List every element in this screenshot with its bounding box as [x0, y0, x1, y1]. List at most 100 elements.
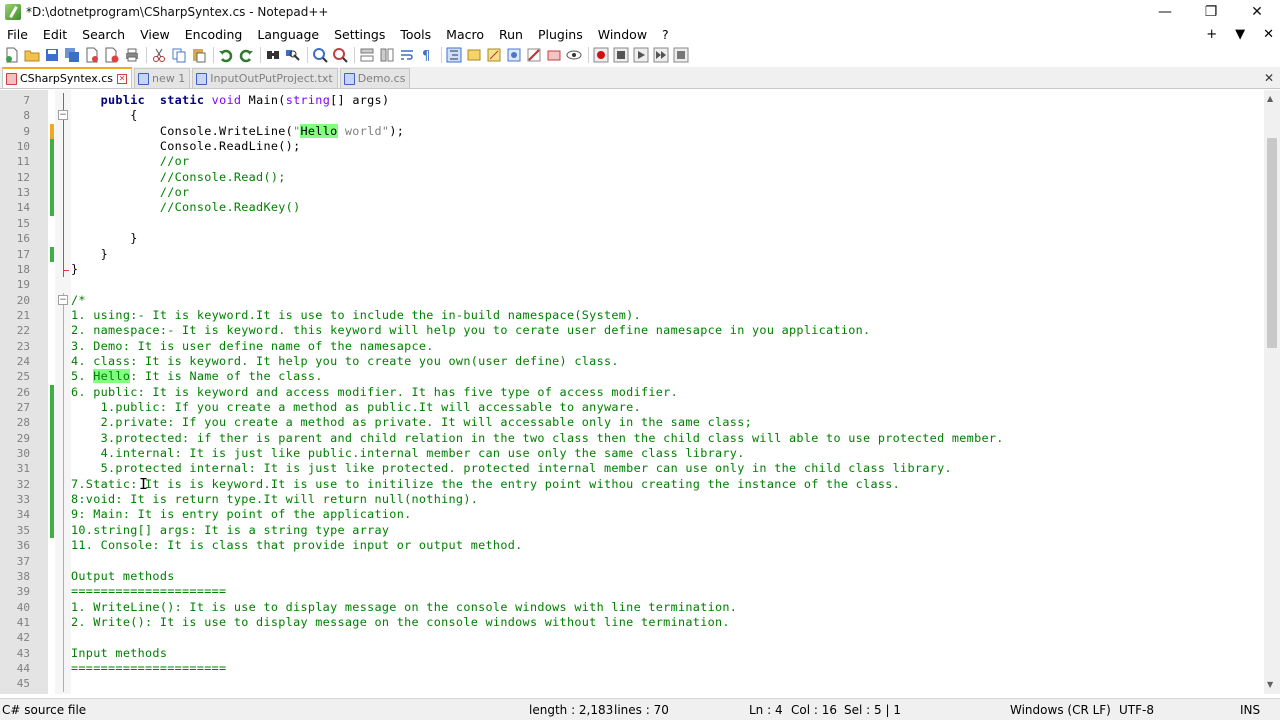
fold-toggle-icon[interactable]: − — [58, 294, 68, 305]
maximize-button[interactable]: ❐ — [1188, 0, 1234, 24]
tab-csharpsyntex[interactable]: CSharpSyntex.cs ✕ — [2, 67, 133, 88]
code-line[interactable] — [71, 277, 1264, 292]
run-macro-multiple-icon[interactable] — [653, 47, 669, 63]
scroll-down-arrow-icon[interactable]: ▼ — [1267, 680, 1273, 689]
menu-search[interactable]: Search — [75, 27, 133, 42]
code-line[interactable]: ===================== — [71, 584, 1264, 599]
cut-icon[interactable] — [151, 47, 167, 63]
fold-toggle-icon[interactable]: − — [58, 110, 68, 121]
menu-view[interactable]: View — [133, 27, 178, 42]
sync-horizontal-icon[interactable] — [379, 47, 395, 63]
code-line[interactable]: 7.Static: It is is keyword.It is use to … — [71, 477, 1264, 492]
close-all-icon[interactable] — [104, 47, 120, 63]
code-line[interactable]: Console.ReadLine(); — [71, 139, 1264, 154]
menu-plugins[interactable]: Plugins — [531, 27, 591, 42]
play-macro-icon[interactable] — [633, 47, 649, 63]
function-list-icon[interactable] — [486, 47, 502, 63]
replace-icon[interactable] — [285, 47, 301, 63]
code-line[interactable]: //Console.ReadKey() — [71, 200, 1264, 215]
tab-demo-cs[interactable]: Demo.cs — [339, 68, 411, 88]
menu-edit[interactable]: Edit — [36, 27, 75, 42]
code-line[interactable]: Input methods — [71, 646, 1264, 661]
status-eol[interactable]: Windows (CR LF) — [1010, 703, 1111, 717]
code-line[interactable]: 6. public: It is keyword and access modi… — [71, 385, 1264, 400]
code-line[interactable] — [71, 216, 1264, 231]
open-file-icon[interactable] — [24, 47, 40, 63]
redo-icon[interactable] — [238, 47, 254, 63]
code-line[interactable]: 1.public: If you create a method as publ… — [71, 400, 1264, 415]
code-line[interactable]: 11. Console: It is class that provide in… — [71, 538, 1264, 553]
code-line[interactable] — [71, 676, 1264, 691]
eye-icon[interactable] — [566, 47, 582, 63]
find-icon[interactable] — [265, 47, 281, 63]
code-line[interactable]: 4. class: It is keyword. It help you to … — [71, 354, 1264, 369]
tab-close-icon[interactable]: ✕ — [117, 73, 128, 84]
scroll-thumb[interactable] — [1267, 138, 1277, 348]
menu-tools[interactable]: Tools — [393, 27, 439, 42]
user-defined-lang-icon[interactable] — [546, 47, 562, 63]
code-line[interactable]: 9: Main: It is entry point of the applic… — [71, 507, 1264, 522]
show-all-chars-icon[interactable]: ¶ — [419, 47, 435, 63]
code-line[interactable]: //Console.Read(); — [71, 170, 1264, 185]
doc-map-icon[interactable] — [466, 47, 482, 63]
indent-guide-icon[interactable] — [446, 47, 462, 63]
tab-list-dropdown-icon[interactable]: ▼ — [1235, 27, 1245, 42]
close-doc-icon[interactable]: ✕ — [1263, 27, 1274, 42]
new-file-icon[interactable] — [4, 47, 20, 63]
paste-icon[interactable] — [191, 47, 207, 63]
monitoring-icon[interactable] — [526, 47, 542, 63]
undo-icon[interactable] — [218, 47, 234, 63]
menu-settings[interactable]: Settings — [327, 27, 393, 42]
code-line[interactable]: ===================== — [71, 661, 1264, 676]
tab-new-1[interactable]: new 1 — [134, 68, 191, 88]
close-button[interactable]: ✕ — [1234, 0, 1280, 24]
code-text-area[interactable]: public static void Main(string[] args) {… — [71, 90, 1264, 694]
tab-inputoutputproject[interactable]: InputOutPutProject.txt — [192, 68, 338, 88]
vertical-scrollbar[interactable]: ▲ ▼ — [1264, 90, 1280, 694]
code-line[interactable] — [71, 630, 1264, 645]
code-line[interactable]: //or — [71, 185, 1264, 200]
menu-encoding[interactable]: Encoding — [178, 27, 251, 42]
save-icon[interactable] — [44, 47, 60, 63]
word-wrap-icon[interactable] — [399, 47, 415, 63]
menu-file[interactable]: File — [0, 27, 36, 42]
sync-vertical-icon[interactable] — [359, 47, 375, 63]
status-encoding[interactable]: UTF-8 — [1119, 703, 1154, 717]
code-editor[interactable]: − − public static void Main(string[] args… — [0, 90, 1264, 694]
menu-help[interactable]: ? — [655, 27, 677, 42]
code-line[interactable]: } — [71, 247, 1264, 262]
code-line[interactable]: } — [71, 231, 1264, 246]
new-tab-plus-icon[interactable]: + — [1206, 27, 1217, 42]
minimize-button[interactable]: — — [1142, 0, 1188, 24]
copy-icon[interactable] — [171, 47, 187, 63]
code-line[interactable]: /* — [71, 293, 1264, 308]
menu-run[interactable]: Run — [492, 27, 531, 42]
code-line[interactable]: 8:void: It is return type.It will return… — [71, 492, 1264, 507]
stop-macro-icon[interactable] — [613, 47, 629, 63]
code-line[interactable]: 2. Write(): It is use to display message… — [71, 615, 1264, 630]
code-line[interactable]: Output methods — [71, 569, 1264, 584]
code-line[interactable]: 5. Hello: It is Name of the class. — [71, 369, 1264, 384]
code-line[interactable]: Console.WriteLine("Hello world"); — [71, 123, 1264, 139]
menu-language[interactable]: Language — [250, 27, 327, 42]
code-line[interactable]: 5.protected internal: It is just like pr… — [71, 461, 1264, 476]
close-tab-icon[interactable]: ✕ — [1264, 71, 1274, 85]
code-line[interactable]: } — [71, 262, 1264, 277]
zoom-out-icon[interactable] — [332, 47, 348, 63]
code-line[interactable]: public static void Main(string[] args) — [71, 93, 1264, 108]
record-macro-icon[interactable] — [593, 47, 609, 63]
code-line[interactable]: 10.string[] args: It is a string type ar… — [71, 523, 1264, 538]
save-all-icon[interactable] — [64, 47, 80, 63]
status-insert-mode[interactable]: INS — [1240, 703, 1260, 717]
folder-as-workspace-icon[interactable] — [506, 47, 522, 63]
code-line[interactable]: 1. using:- It is keyword.It is use to in… — [71, 308, 1264, 323]
code-line[interactable] — [71, 554, 1264, 569]
code-line[interactable]: { — [71, 108, 1264, 123]
zoom-in-icon[interactable] — [312, 47, 328, 63]
menu-window[interactable]: Window — [591, 27, 655, 42]
save-macro-icon[interactable] — [673, 47, 689, 63]
code-line[interactable]: //or — [71, 154, 1264, 169]
print-icon[interactable] — [124, 47, 140, 63]
menu-macro[interactable]: Macro — [439, 27, 492, 42]
code-line[interactable]: 1. WriteLine(): It is use to display mes… — [71, 600, 1264, 615]
